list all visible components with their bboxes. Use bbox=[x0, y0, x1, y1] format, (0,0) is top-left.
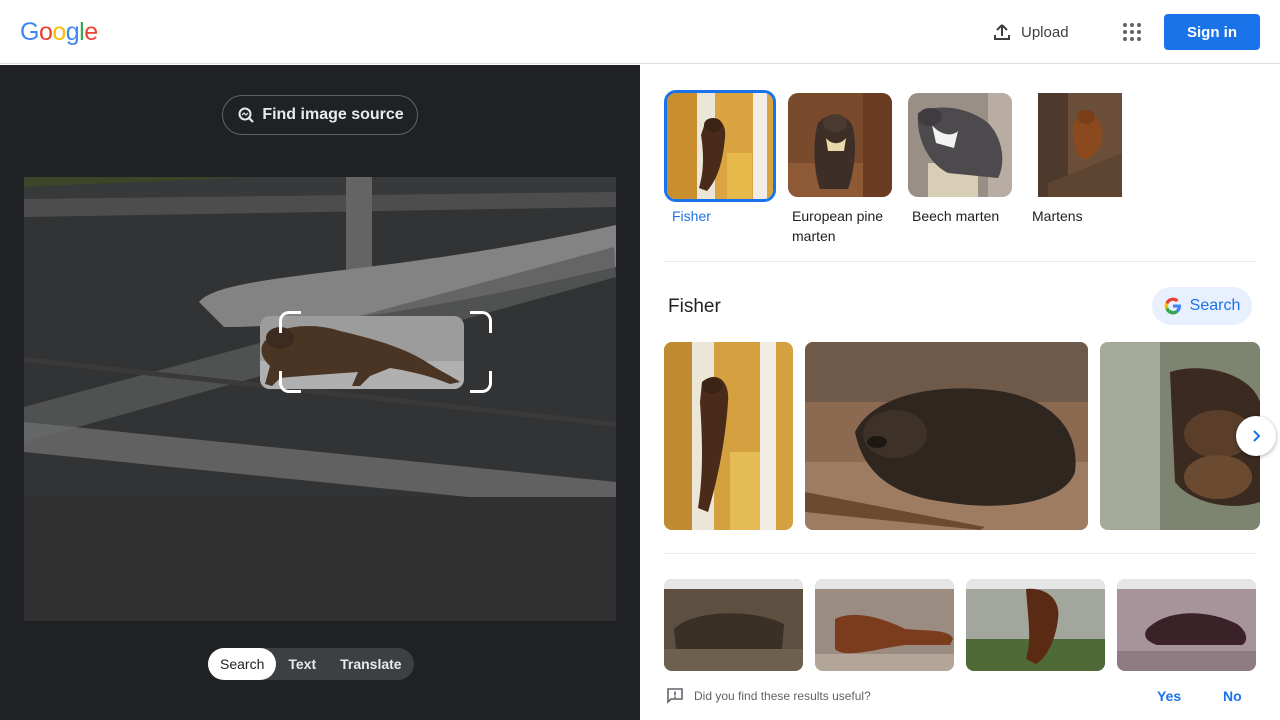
tab-search[interactable]: Search bbox=[208, 648, 277, 680]
find-image-source-label: Find image source bbox=[262, 106, 404, 123]
crop-corner-top-left[interactable] bbox=[279, 311, 301, 333]
google-g-icon bbox=[1164, 297, 1181, 315]
logo-letter: e bbox=[84, 18, 98, 46]
logo-letter: o bbox=[38, 18, 53, 46]
apps-grid-icon[interactable] bbox=[1120, 20, 1144, 44]
chip-label: European pine marten bbox=[792, 208, 884, 244]
divider bbox=[664, 261, 1256, 262]
google-logo[interactable]: Google bbox=[20, 18, 98, 47]
chip-thumbnail bbox=[788, 93, 892, 197]
upload-label: Upload bbox=[1021, 23, 1069, 41]
result-image[interactable] bbox=[815, 579, 954, 671]
chip-label: Fisher bbox=[672, 208, 711, 224]
crop-corner-bottom-right[interactable] bbox=[470, 371, 492, 393]
result-image[interactable] bbox=[805, 342, 1088, 530]
find-image-source-button[interactable]: Find image source bbox=[222, 95, 418, 135]
feedback-bar: Did you find these results useful? Yes N… bbox=[640, 671, 1280, 720]
tab-translate[interactable]: Translate bbox=[328, 648, 413, 680]
lens-image-pane: Find image source Search Text Translate bbox=[0, 65, 640, 720]
result-image[interactable] bbox=[664, 579, 803, 671]
chip-european-pine-marten[interactable]: European pine marten bbox=[784, 90, 896, 246]
google-search-label: Search bbox=[1189, 297, 1241, 314]
result-image[interactable] bbox=[1117, 579, 1256, 671]
logo-letter: G bbox=[20, 18, 39, 46]
chip-thumbnail bbox=[1028, 93, 1132, 197]
lens-mode-tabs: Search Text Translate bbox=[208, 648, 414, 680]
result-image[interactable] bbox=[966, 579, 1105, 671]
results-pane: Fisher European pine marten Beech marten… bbox=[640, 65, 1280, 720]
chip-thumbnail bbox=[908, 93, 1012, 197]
chip-label: Martens bbox=[1032, 208, 1083, 224]
result-image[interactable] bbox=[664, 342, 793, 530]
logo-letter: g bbox=[65, 18, 80, 46]
section-title: Fisher bbox=[668, 296, 721, 317]
chevron-right-icon bbox=[1253, 430, 1261, 442]
sign-in-button[interactable]: Sign in bbox=[1164, 14, 1260, 50]
tab-text[interactable]: Text bbox=[276, 648, 328, 680]
image-search-icon bbox=[238, 107, 255, 123]
chip-martens[interactable]: Martens bbox=[1024, 90, 1136, 226]
top-bar: Google Upload Sign in bbox=[0, 0, 1280, 64]
feedback-icon bbox=[667, 688, 683, 704]
divider bbox=[664, 553, 1256, 554]
feedback-no-button[interactable]: No bbox=[1223, 688, 1242, 704]
logo-letter: o bbox=[52, 18, 66, 46]
google-search-button[interactable]: Search bbox=[1152, 287, 1252, 325]
feedback-question: Did you find these results useful? bbox=[694, 689, 871, 703]
upload-button[interactable]: Upload bbox=[992, 20, 1069, 44]
next-results-button[interactable] bbox=[1236, 416, 1276, 456]
image-dim-overlay bbox=[24, 177, 616, 621]
upload-icon bbox=[994, 24, 1010, 40]
crop-corner-bottom-left[interactable] bbox=[279, 371, 301, 393]
feedback-yes-button[interactable]: Yes bbox=[1157, 688, 1181, 704]
chip-beech-marten[interactable]: Beech marten bbox=[904, 90, 1016, 226]
chip-label: Beech marten bbox=[912, 208, 1000, 224]
crop-corner-top-right[interactable] bbox=[470, 311, 492, 333]
chip-fisher[interactable]: Fisher bbox=[664, 90, 776, 226]
query-image[interactable] bbox=[24, 177, 616, 621]
chip-thumbnail bbox=[664, 90, 776, 202]
